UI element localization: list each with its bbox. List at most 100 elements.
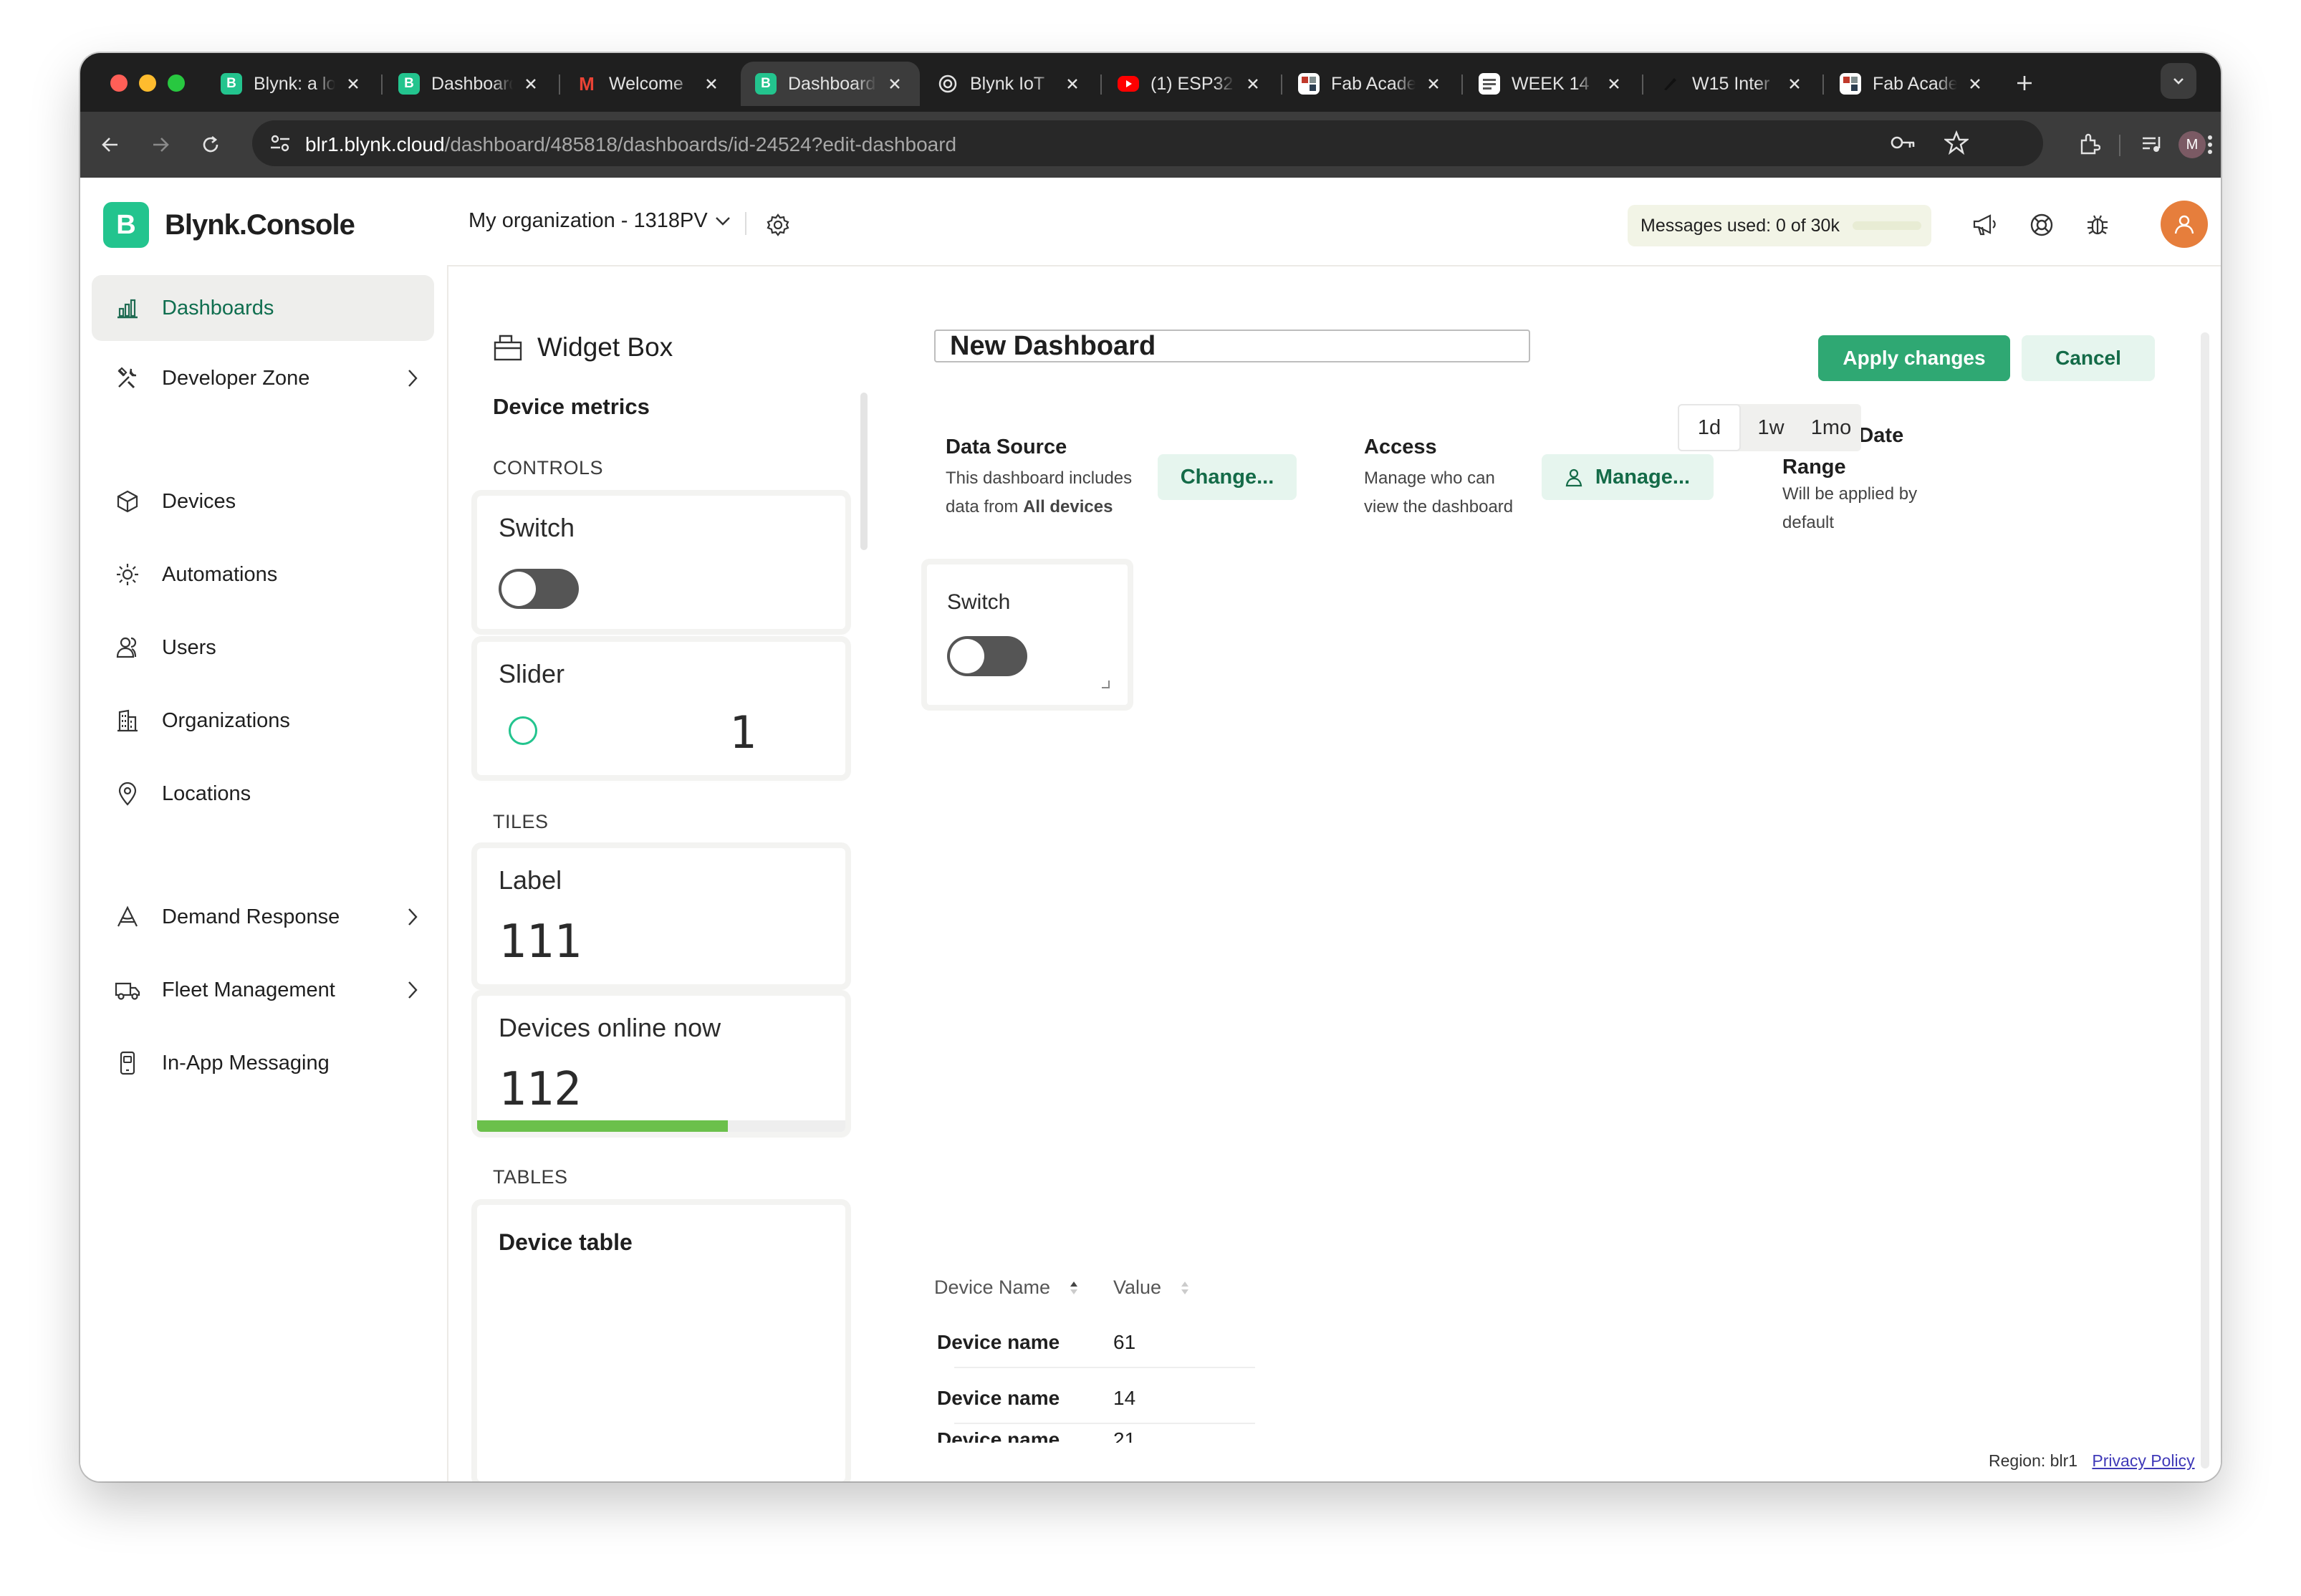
browser-menu-icon[interactable] (2199, 125, 2221, 165)
page-scrollbar[interactable] (2201, 332, 2209, 1468)
region-label: Region: blr1 (1989, 1451, 2078, 1470)
password-key-icon[interactable] (1890, 132, 1917, 153)
sidebar-item-developer-zone[interactable]: Developer Zone (92, 345, 434, 411)
sidebar-item-devices[interactable]: Devices (92, 468, 434, 534)
browser-tab[interactable]: B Dashboard (384, 62, 556, 106)
sidebar-item-organizations[interactable]: Organizations (92, 688, 434, 754)
widget-slider[interactable]: Slider 1 (477, 642, 845, 775)
browser-tab-active[interactable]: B Dashboard (741, 62, 920, 106)
chevron-right-icon (407, 980, 418, 1000)
blynk-favicon-icon: B (398, 73, 420, 95)
blynk-favicon-icon: B (755, 73, 777, 95)
organization-settings-icon[interactable] (762, 209, 794, 241)
forward-button[interactable] (140, 125, 181, 165)
extensions-icon[interactable] (2069, 125, 2109, 165)
close-icon[interactable] (1423, 73, 1444, 95)
widget-box-icon (493, 334, 523, 361)
widget-switch[interactable]: Switch (477, 496, 845, 629)
close-icon[interactable] (1062, 73, 1083, 95)
new-tab-button[interactable] (2004, 63, 2045, 103)
cancel-button[interactable]: Cancel (2022, 335, 2155, 381)
close-icon[interactable] (1964, 73, 1986, 95)
close-icon[interactable] (1603, 73, 1625, 95)
close-icon[interactable] (1242, 73, 1264, 95)
data-source-title: Data Source (946, 436, 1067, 458)
tab-title: Dashboard (788, 73, 876, 94)
bookmark-star-icon[interactable] (1944, 130, 1969, 155)
date-range-option-1mo[interactable]: 1mo (1801, 404, 1861, 451)
sidebar-item-automations[interactable]: Automations (92, 542, 434, 607)
tab-title: Dashboard (431, 73, 513, 94)
pen-favicon-icon (1659, 73, 1681, 95)
dashboard-title-input[interactable] (934, 330, 1530, 362)
canvas-switch-widget[interactable]: Switch (927, 564, 1128, 705)
data-source-all-devices: All devices (1023, 497, 1113, 516)
address-bar[interactable]: blr1.blynk.cloud/dashboard/485818/dashbo… (252, 120, 2043, 166)
widget-switch-title: Switch (499, 513, 575, 542)
organization-selector[interactable]: My organization - 1318PV (469, 209, 731, 233)
cube-icon (113, 487, 142, 516)
signal-icon (113, 903, 142, 931)
close-icon[interactable] (520, 73, 542, 95)
widget-device-table[interactable]: Device table (477, 1205, 845, 1481)
column-header-label: Value (1113, 1277, 1162, 1298)
brand-logo[interactable]: B Blynk.Console (103, 202, 355, 248)
sidebar-item-users[interactable]: Users (92, 615, 434, 681)
browser-tab[interactable]: M Welcome (562, 62, 736, 106)
browser-tab[interactable]: WEEK 14 (1464, 62, 1639, 106)
resize-handle-icon[interactable] (1100, 679, 1110, 689)
table-cell-value: 14 (1113, 1387, 1136, 1409)
manage-access-button[interactable]: Manage... (1542, 454, 1714, 500)
sidebar-item-demand-response[interactable]: Demand Response (92, 884, 434, 950)
widget-devices-online[interactable]: Devices online now 112 (477, 996, 845, 1132)
sidebar-item-label: Automations (162, 562, 278, 586)
close-window-button[interactable] (110, 74, 128, 92)
tab-separator (1822, 74, 1824, 95)
browser-tab[interactable]: W15 Inter (1645, 62, 1820, 106)
reload-button[interactable] (191, 125, 231, 165)
close-icon[interactable] (342, 73, 364, 95)
privacy-policy-link[interactable]: Privacy Policy (2092, 1451, 2194, 1470)
browser-tab[interactable]: Blynk IoT (923, 62, 1097, 106)
sidebar-item-locations[interactable]: Locations (92, 761, 434, 827)
tab-search-button[interactable] (2161, 63, 2196, 99)
sidebar-item-dashboards[interactable]: Dashboards (92, 275, 434, 341)
back-button[interactable] (90, 125, 130, 165)
media-control-icon[interactable] (2132, 125, 2172, 165)
column-header-value[interactable]: Value (1113, 1277, 1190, 1299)
close-icon[interactable] (884, 73, 905, 95)
sun-icon (113, 560, 142, 589)
browser-tab[interactable]: Fab Acade (1284, 62, 1459, 106)
sidebar-item-label: Dashboards (162, 296, 274, 319)
data-source-desc-line: data from (946, 497, 1019, 516)
tab-title: WEEK 14 (1512, 73, 1590, 94)
column-header-label: Device Name (934, 1277, 1051, 1298)
widget-slider-title: Slider (499, 659, 565, 688)
zoom-window-button[interactable] (168, 74, 185, 92)
date-range-option-1d[interactable]: 1d (1678, 404, 1741, 451)
column-header-device-name[interactable]: Device Name (934, 1277, 1079, 1299)
sidebar-item-fleet-management[interactable]: Fleet Management (92, 957, 434, 1023)
apply-changes-button[interactable]: Apply changes (1818, 335, 2010, 381)
sidebar-item-in-app-messaging[interactable]: In-App Messaging (92, 1030, 434, 1096)
site-settings-icon[interactable] (269, 133, 291, 153)
canvas-switch-toggle[interactable] (947, 636, 1027, 676)
tools-icon (113, 364, 142, 393)
widget-label-tile[interactable]: Label 111 (477, 848, 845, 984)
tab-title: W15 Inter (1692, 73, 1770, 94)
help-lifebuoy-icon[interactable] (2026, 209, 2057, 241)
browser-tab[interactable]: Fab Acade (1825, 62, 2000, 106)
tab-separator (559, 74, 560, 95)
close-icon[interactable] (1784, 73, 1805, 95)
change-data-source-button[interactable]: Change... (1158, 454, 1297, 500)
announcements-icon[interactable] (1969, 209, 2000, 241)
browser-tab[interactable]: B Blynk: a lo (206, 62, 378, 106)
bug-report-icon[interactable] (2082, 209, 2113, 241)
minimize-window-button[interactable] (139, 74, 156, 92)
close-icon[interactable] (701, 73, 722, 95)
section-tables: TABLES (493, 1166, 568, 1188)
browser-tab[interactable]: (1) ESP32 (1103, 62, 1278, 106)
user-avatar[interactable] (2161, 201, 2208, 248)
date-range-option-1w[interactable]: 1w (1741, 404, 1801, 451)
widget-box-scrollbar[interactable] (860, 393, 868, 550)
